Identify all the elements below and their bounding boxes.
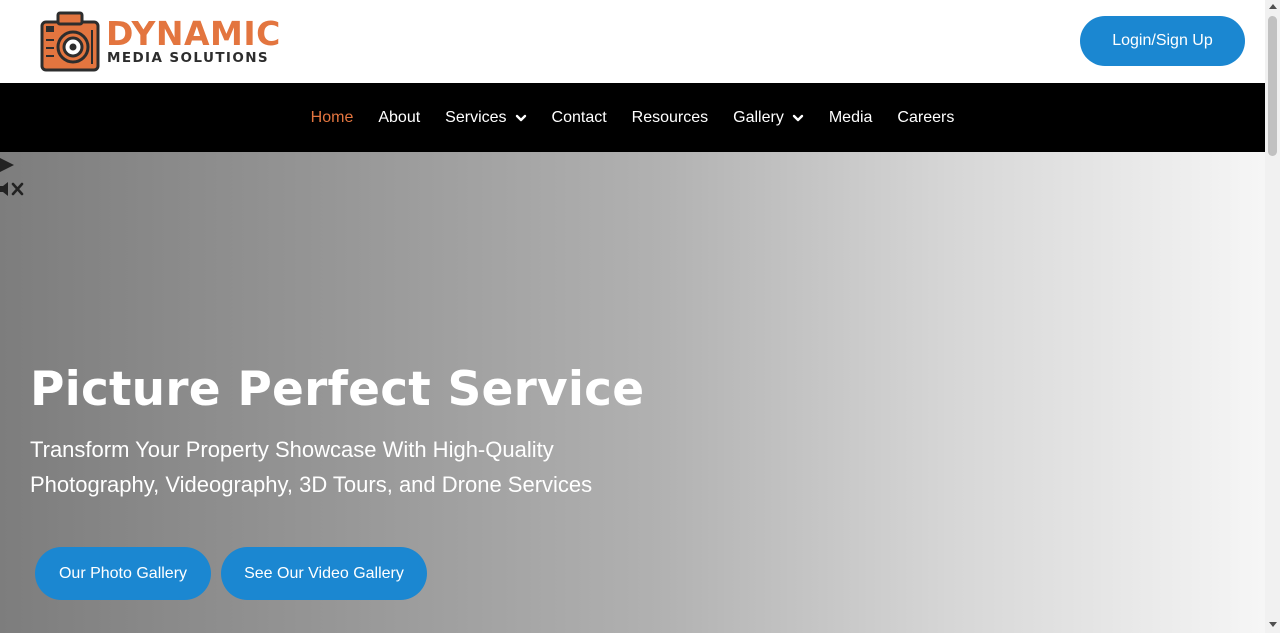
brand-tagline: MEDIA SOLUTIONS <box>107 50 270 66</box>
camera-icon <box>40 11 100 72</box>
nav-item-gallery[interactable]: Gallery <box>733 109 804 127</box>
site-header: DYNAMIC MEDIA SOLUTIONS Login/Sign Up <box>0 0 1265 83</box>
site-logo[interactable]: DYNAMIC MEDIA SOLUTIONS <box>40 10 280 74</box>
nav-item-about[interactable]: About <box>378 109 420 127</box>
scroll-up-arrow-icon[interactable] <box>1269 4 1277 9</box>
nav-item-label: Careers <box>897 108 955 126</box>
mute-icon[interactable] <box>0 182 26 196</box>
nav-item-label: Media <box>828 108 873 126</box>
brand-name: DYNAMIC <box>106 14 281 53</box>
hero-section: Picture Perfect Service Transform Your P… <box>0 152 1265 633</box>
nav-item-home[interactable]: Home <box>311 109 354 127</box>
nav-item-contact[interactable]: Contact <box>552 109 607 127</box>
photo-gallery-button[interactable]: Our Photo Gallery <box>35 547 211 600</box>
nav-item-resources[interactable]: Resources <box>632 109 708 127</box>
nav-item-label: Contact <box>551 108 607 126</box>
nav-item-careers[interactable]: Careers <box>897 109 954 127</box>
hero-subtitle: Transform Your Property Showcase With Hi… <box>30 437 593 497</box>
chevron-down-icon <box>792 114 804 121</box>
login-signup-button[interactable]: Login/Sign Up <box>1080 16 1245 66</box>
nav-item-services[interactable]: Services <box>445 109 526 127</box>
nav-item-label: Services <box>445 108 507 126</box>
nav-item-label: Home <box>310 108 354 126</box>
nav-item-label: Gallery <box>733 108 784 126</box>
nav-item-label: About <box>378 108 421 126</box>
scrollbar-thumb[interactable] <box>1268 16 1277 156</box>
play-icon[interactable] <box>0 157 16 173</box>
nav-item-label: Resources <box>631 108 709 126</box>
video-gallery-button[interactable]: See Our Video Gallery <box>221 547 427 600</box>
scroll-down-arrow-icon[interactable] <box>1269 622 1277 627</box>
hero-title: Picture Perfect Service <box>30 362 645 417</box>
nav-item-media[interactable]: Media <box>829 109 873 127</box>
page-scrollbar[interactable] <box>1265 0 1280 633</box>
chevron-down-icon <box>515 114 526 121</box>
main-nav: Home About Services Contact Resources Ga… <box>0 83 1265 152</box>
